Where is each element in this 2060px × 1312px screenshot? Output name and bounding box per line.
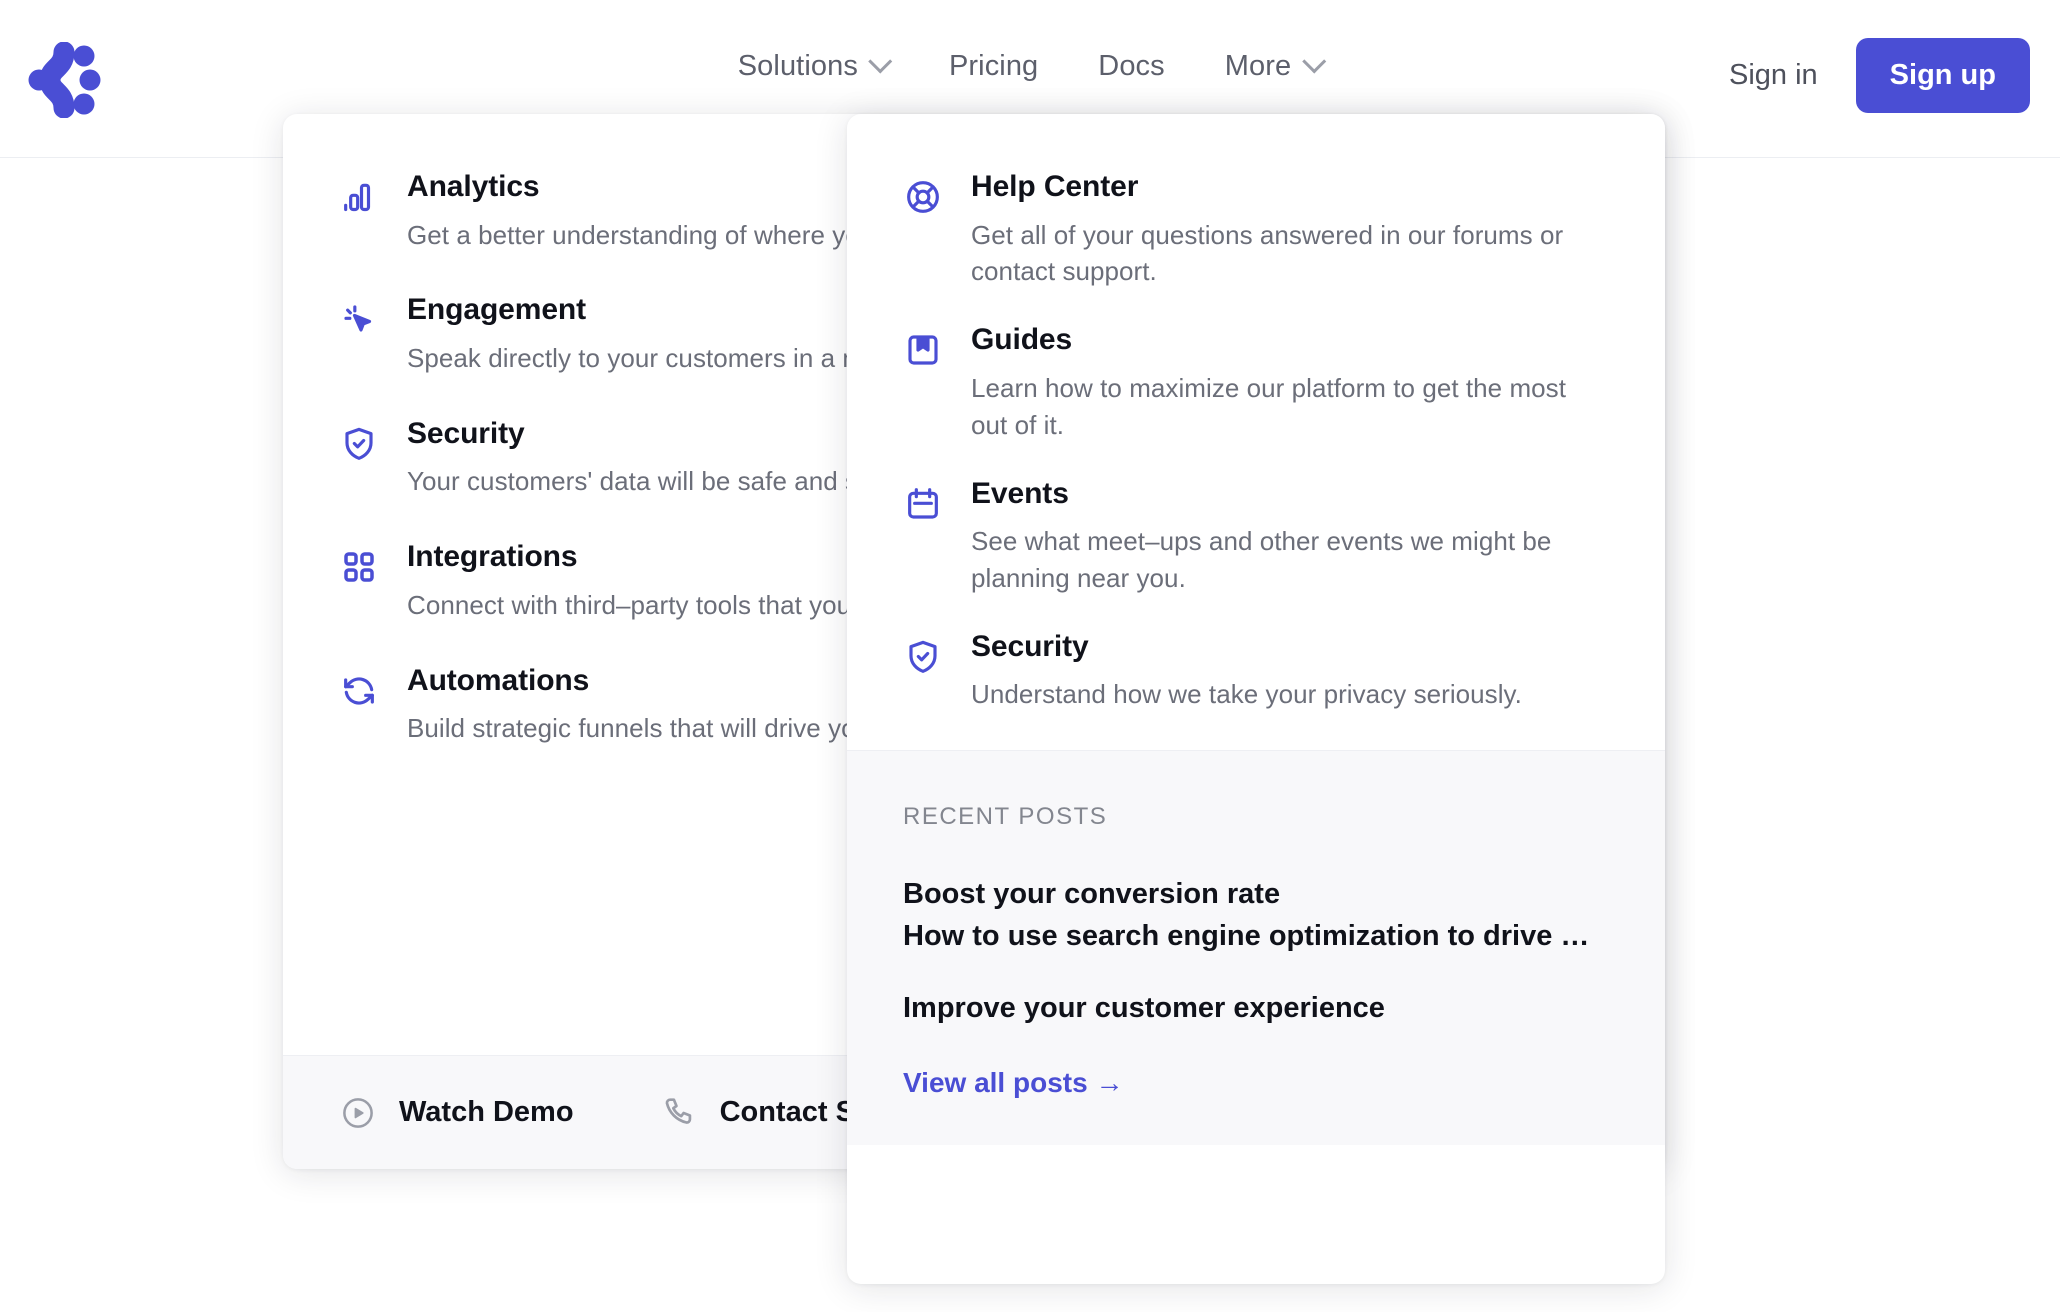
- header-actions: Sign in Sign up: [1691, 38, 2030, 113]
- recent-posts-section: RECENT POSTS Boost your conversion rate …: [847, 750, 1665, 1145]
- menu-item-title: Guides: [971, 323, 1072, 356]
- chevron-down-icon: [1302, 49, 1326, 73]
- recent-post-group: Improve your customer experience: [903, 987, 1609, 1029]
- menu-item-title: Events: [971, 477, 1069, 510]
- sign-in-link[interactable]: Sign in: [1691, 59, 1856, 92]
- recent-post-group: Boost your conversion rate How to use se…: [903, 873, 1609, 957]
- menu-item-text: Events See what meet–ups and other event…: [971, 474, 1609, 597]
- menu-item-title: Engagement: [407, 293, 586, 326]
- nav-item-more-label: More: [1225, 50, 1291, 83]
- nav-item-more[interactable]: More: [1195, 50, 1352, 83]
- menu-item-desc: See what meet–ups and other events we mi…: [971, 523, 1609, 597]
- recent-post-item[interactable]: How to use search engine optimization to…: [903, 915, 1609, 957]
- page-root: Solutions Pricing Docs More Sign in Sign…: [0, 0, 2060, 1312]
- brand-logo[interactable]: [28, 42, 104, 118]
- lifebuoy-icon: [903, 177, 943, 217]
- nav-item-pricing-label: Pricing: [949, 50, 1038, 83]
- more-menu-list: Help Center Get all of your questions an…: [847, 114, 1665, 728]
- menu-item-title: Help Center: [971, 170, 1138, 203]
- book-bookmark-icon: [903, 330, 943, 370]
- view-all-posts-link[interactable]: View all posts →: [903, 1067, 1123, 1099]
- menu-item-events[interactable]: Events See what meet–ups and other event…: [847, 459, 1665, 612]
- shield-check-icon: [903, 637, 943, 677]
- shield-check-icon: [339, 424, 379, 464]
- bar-chart-icon: [339, 177, 379, 217]
- menu-item-text: Security Understand how we take your pri…: [971, 627, 1609, 713]
- menu-item-text: Help Center Get all of your questions an…: [971, 167, 1609, 290]
- nav-item-pricing[interactable]: Pricing: [919, 50, 1068, 83]
- menu-item-desc: Get all of your questions answered in ou…: [971, 217, 1609, 291]
- recent-post-item[interactable]: Improve your customer experience: [903, 987, 1609, 1029]
- more-dropdown-panel: Help Center Get all of your questions an…: [847, 114, 1665, 1284]
- calendar-icon: [903, 484, 943, 524]
- menu-item-title: Analytics: [407, 170, 540, 203]
- menu-item-title: Security: [971, 630, 1089, 663]
- nav-item-docs[interactable]: Docs: [1068, 50, 1194, 83]
- recent-posts-heading: RECENT POSTS: [903, 803, 1609, 831]
- menu-item-security[interactable]: Security Understand how we take your pri…: [847, 612, 1665, 728]
- menu-item-desc: Understand how we take your privacy seri…: [971, 676, 1609, 713]
- watch-demo-label: Watch Demo: [399, 1096, 574, 1129]
- recent-post-item[interactable]: Boost your conversion rate: [903, 873, 1609, 915]
- phone-icon: [660, 1094, 698, 1132]
- watch-demo-button[interactable]: Watch Demo: [339, 1094, 574, 1132]
- primary-nav: Solutions Pricing Docs More: [708, 50, 1353, 83]
- menu-item-guides[interactable]: Guides Learn how to maximize our platfor…: [847, 305, 1665, 458]
- menu-item-help-center[interactable]: Help Center Get all of your questions an…: [847, 152, 1665, 305]
- refresh-cycle-icon: [339, 671, 379, 711]
- menu-item-desc: Learn how to maximize our platform to ge…: [971, 370, 1609, 444]
- chevron-down-icon: [868, 49, 892, 73]
- play-circle-icon: [339, 1094, 377, 1132]
- menu-item-text: Guides Learn how to maximize our platfor…: [971, 320, 1609, 443]
- nav-item-solutions[interactable]: Solutions: [708, 50, 919, 83]
- menu-item-title: Automations: [407, 664, 589, 697]
- menu-item-title: Security: [407, 417, 525, 450]
- cursor-click-icon: [339, 300, 379, 340]
- menu-item-title: Integrations: [407, 540, 577, 573]
- nav-item-solutions-label: Solutions: [738, 50, 858, 83]
- sign-up-button[interactable]: Sign up: [1856, 38, 2030, 113]
- nav-item-docs-label: Docs: [1098, 50, 1164, 83]
- squares-grid-icon: [339, 547, 379, 587]
